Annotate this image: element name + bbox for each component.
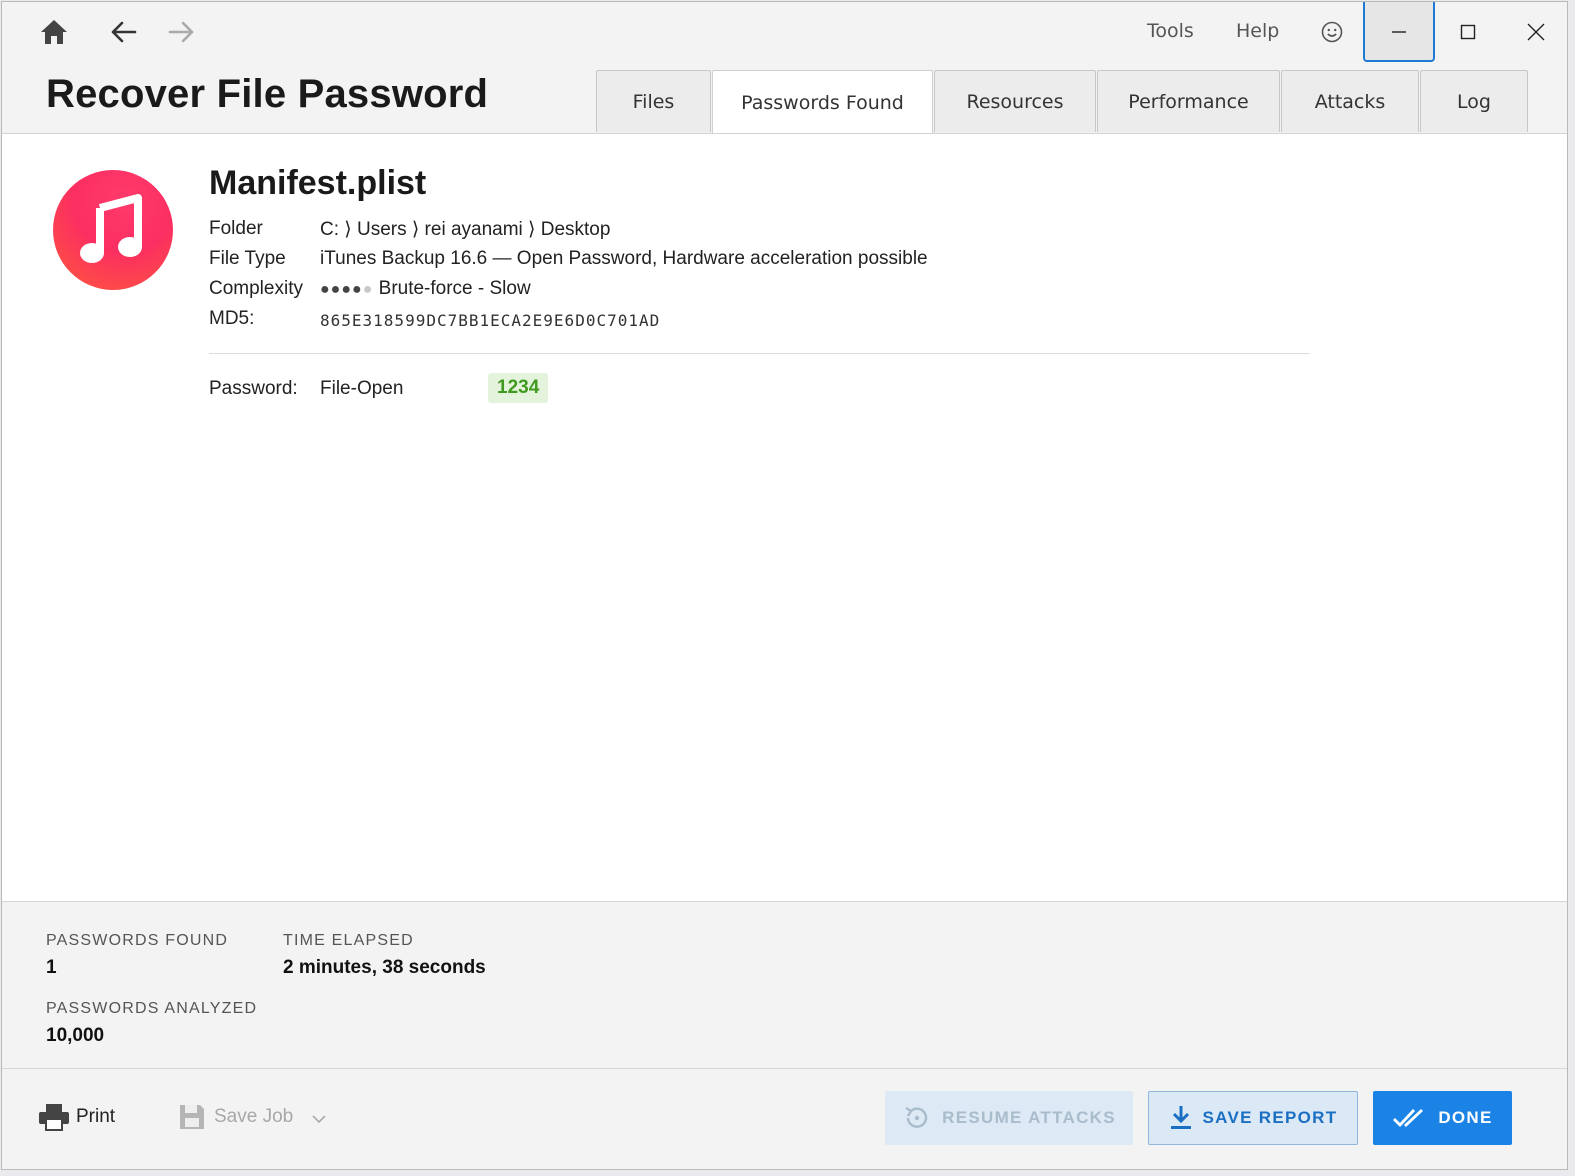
save-report-button[interactable]: SAVE REPORT bbox=[1148, 1091, 1358, 1145]
file-type-label: File Type bbox=[209, 248, 286, 269]
save-job-label: Save Job bbox=[214, 1106, 294, 1127]
tab-log[interactable]: Log bbox=[1420, 70, 1528, 132]
time-elapsed-value: 2 minutes, 38 seconds bbox=[283, 957, 486, 978]
tab-performance[interactable]: Performance bbox=[1097, 70, 1280, 132]
passwords-analyzed-label: PASSWORDS ANALYZED bbox=[46, 1000, 258, 1017]
passwords-analyzed-value: 10,000 bbox=[46, 1025, 105, 1046]
forward-arrow-icon[interactable] bbox=[164, 14, 200, 50]
smiley-icon[interactable] bbox=[1314, 14, 1350, 50]
complexity-label: Complexity bbox=[209, 278, 303, 299]
app-window: Tools Help Recover File Password Files P… bbox=[1, 1, 1568, 1170]
password-type: File-Open bbox=[320, 378, 404, 399]
tab-bar: Files Passwords Found Resources Performa… bbox=[596, 70, 1529, 134]
close-icon bbox=[1527, 23, 1545, 41]
complexity-dot: ● bbox=[341, 281, 353, 298]
save-report-label: SAVE REPORT bbox=[1202, 1108, 1338, 1127]
done-button[interactable]: DONE bbox=[1373, 1091, 1512, 1145]
tab-files[interactable]: Files bbox=[596, 70, 711, 132]
floppy-disk-icon bbox=[180, 1105, 204, 1129]
complexity-value: ●●●●● Brute-force - Slow bbox=[320, 278, 531, 300]
password-label: Password: bbox=[209, 378, 298, 399]
maximize-button[interactable] bbox=[1432, 2, 1504, 62]
complexity-rating: ●●●●● bbox=[320, 281, 373, 298]
download-icon bbox=[1170, 1106, 1191, 1129]
chevron-down-icon bbox=[312, 1115, 326, 1124]
file-name: Manifest.plist bbox=[209, 164, 427, 202]
minimize-button[interactable] bbox=[1363, 2, 1435, 62]
folder-path: C: ⟩ Users ⟩ rei ayanami ⟩ Desktop bbox=[320, 219, 611, 240]
md5-label: MD5: bbox=[209, 308, 255, 329]
double-check-icon bbox=[1393, 1108, 1424, 1128]
save-job-button[interactable]: Save Job bbox=[178, 1103, 327, 1131]
password-value-badge[interactable]: 1234 bbox=[488, 373, 549, 403]
time-elapsed-label: TIME ELAPSED bbox=[283, 932, 414, 949]
tab-attacks[interactable]: Attacks bbox=[1281, 70, 1419, 132]
footer-toolbar: Print Save Job RESUME ATTACKS SAVE REPOR… bbox=[2, 1068, 1567, 1169]
back-arrow-icon[interactable] bbox=[105, 14, 141, 50]
print-label: Print bbox=[76, 1106, 116, 1127]
stats-panel: PASSWORDS FOUND 1 TIME ELAPSED 2 minutes… bbox=[2, 901, 1567, 1068]
minimize-icon bbox=[1392, 31, 1406, 33]
print-button[interactable]: Print bbox=[38, 1103, 115, 1131]
passwords-found-value: 1 bbox=[46, 957, 57, 978]
complexity-text: Brute-force - Slow bbox=[378, 278, 531, 299]
complexity-dot: ● bbox=[320, 281, 331, 298]
passwords-found-label: PASSWORDS FOUND bbox=[46, 932, 229, 949]
printer-icon bbox=[39, 1104, 69, 1131]
tab-resources[interactable]: Resources bbox=[934, 70, 1096, 132]
resume-attacks-label: RESUME ATTACKS bbox=[942, 1108, 1116, 1127]
title-bar: Tools Help bbox=[2, 2, 1567, 64]
tab-passwords-found[interactable]: Passwords Found bbox=[712, 70, 933, 134]
complexity-dot: ● bbox=[362, 281, 374, 298]
complexity-dot: ● bbox=[352, 281, 363, 298]
menu-tools[interactable]: Tools bbox=[1147, 20, 1194, 42]
resume-icon bbox=[905, 1106, 928, 1128]
file-type-value: iTunes Backup 16.6 — Open Password, Hard… bbox=[320, 248, 928, 269]
divider bbox=[209, 353, 1310, 354]
md5-value: 865E318599DC7BB1ECA2E9E6D0C701AD bbox=[320, 311, 661, 330]
folder-label: Folder bbox=[209, 218, 263, 239]
complexity-dot: ● bbox=[330, 281, 342, 298]
done-label: DONE bbox=[1438, 1108, 1493, 1127]
resume-attacks-button[interactable]: RESUME ATTACKS bbox=[885, 1091, 1133, 1145]
page-title: Recover File Password bbox=[46, 72, 489, 116]
maximize-icon bbox=[1460, 24, 1476, 40]
menu-help[interactable]: Help bbox=[1236, 20, 1279, 42]
close-button[interactable] bbox=[1500, 2, 1567, 62]
passwords-found-panel: Manifest.plist Folder C: ⟩ Users ⟩ rei a… bbox=[2, 133, 1567, 901]
music-note-icon bbox=[53, 170, 173, 290]
home-icon[interactable] bbox=[36, 14, 72, 50]
